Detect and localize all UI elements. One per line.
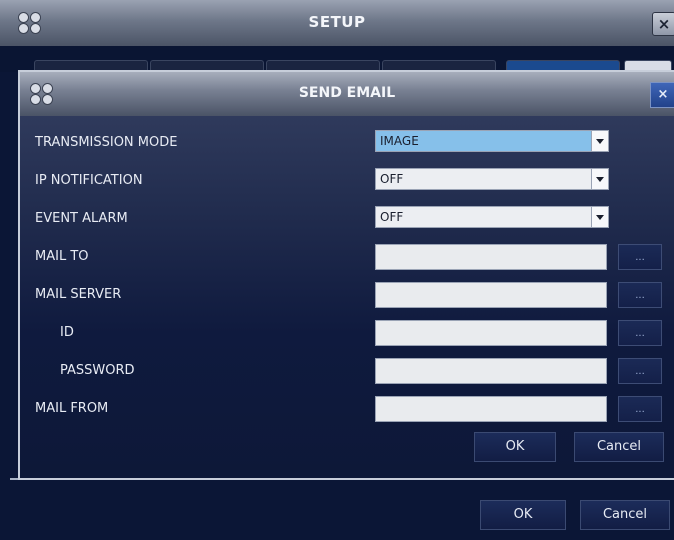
- chevron-down-icon[interactable]: [591, 131, 608, 151]
- id-label: ID: [60, 325, 74, 340]
- id-browse-button[interactable]: ...: [618, 320, 662, 346]
- send-email-titlebar: SEND EMAIL ×: [20, 72, 674, 116]
- id-field[interactable]: [375, 320, 607, 346]
- mail-to-browse-button[interactable]: ...: [618, 244, 662, 270]
- ip-notification-select[interactable]: OFF: [375, 168, 609, 190]
- mail-to-field[interactable]: [375, 244, 607, 270]
- mail-from-browse-button[interactable]: ...: [618, 396, 662, 422]
- setup-titlebar: SETUP ×: [0, 0, 674, 47]
- mail-server-field[interactable]: [375, 282, 607, 308]
- setup-tab-strip: [0, 46, 674, 75]
- transmission-mode-value: IMAGE: [380, 134, 419, 148]
- chevron-down-icon[interactable]: [591, 207, 608, 227]
- mail-server-label: MAIL SERVER: [35, 287, 122, 302]
- send-email-close-button[interactable]: ×: [650, 82, 674, 108]
- transmission-mode-label: TRANSMISSION MODE: [35, 135, 178, 150]
- mail-from-field[interactable]: [375, 396, 607, 422]
- mail-to-label: MAIL TO: [35, 249, 89, 264]
- send-email-body: TRANSMISSION MODE IMAGE IP NOTIFICATION …: [20, 116, 674, 478]
- ip-notification-label: IP NOTIFICATION: [35, 173, 143, 188]
- send-email-dialog: SEND EMAIL × TRANSMISSION MODE IMAGE IP …: [18, 70, 674, 480]
- ip-notification-value: OFF: [380, 172, 404, 186]
- mail-server-browse-button[interactable]: ...: [618, 282, 662, 308]
- dialog-ok-button[interactable]: OK: [474, 432, 556, 462]
- event-alarm-value: OFF: [380, 210, 404, 224]
- setup-cancel-button[interactable]: Cancel: [580, 500, 670, 530]
- transmission-mode-select[interactable]: IMAGE: [375, 130, 609, 152]
- password-field[interactable]: [375, 358, 607, 384]
- setup-title: SETUP: [308, 13, 366, 31]
- event-alarm-label: EVENT ALARM: [35, 211, 128, 226]
- send-email-title: SEND EMAIL: [298, 85, 396, 101]
- setup-ok-button[interactable]: OK: [480, 500, 566, 530]
- password-label: PASSWORD: [60, 363, 135, 378]
- mail-from-label: MAIL FROM: [35, 401, 109, 416]
- chevron-down-icon[interactable]: [591, 169, 608, 189]
- password-browse-button[interactable]: ...: [618, 358, 662, 384]
- dialog-cancel-button[interactable]: Cancel: [574, 432, 664, 462]
- setup-close-button[interactable]: ×: [652, 12, 674, 36]
- event-alarm-select[interactable]: OFF: [375, 206, 609, 228]
